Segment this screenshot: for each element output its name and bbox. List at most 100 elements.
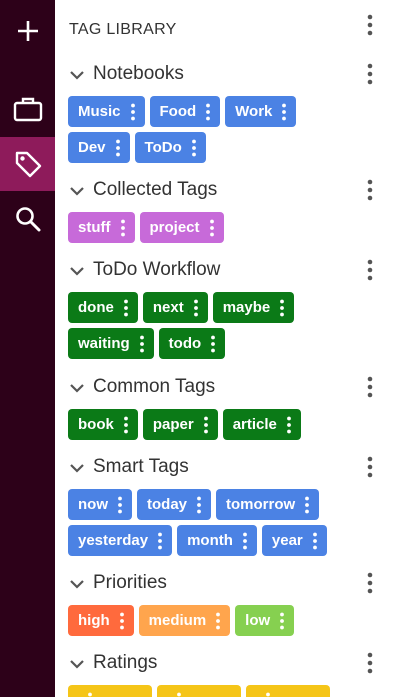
tag-menu-icon [209,219,214,236]
kebab-icon [367,14,373,36]
tag-menu-button[interactable] [309,525,321,556]
tag-label: done [78,299,114,316]
tag-chip-article[interactable]: article [222,409,301,440]
chevron-down-icon[interactable] [69,183,85,199]
tag-label: project [149,219,200,236]
chevron-down-icon[interactable] [69,263,85,279]
tag-group-menu-button[interactable] [358,569,382,597]
tag-chip-yesterday[interactable]: yesterday [68,525,173,556]
tag-chip-maybe[interactable]: maybe [212,292,295,323]
tag-group-menu-button[interactable] [358,60,382,88]
tag-group-menu-button[interactable] [358,256,382,284]
tag-chip-food[interactable]: Food [149,96,221,127]
tag-chip-year[interactable]: year [261,525,327,556]
chevron-down-icon[interactable] [69,460,85,476]
chevron-down-icon[interactable] [69,576,85,592]
chevron-down-icon[interactable] [69,380,85,396]
tag-menu-button[interactable] [239,525,251,556]
tag-chip-rating[interactable] [157,685,241,697]
tag-group-menu-button[interactable] [358,373,382,401]
tag-group-menu-button[interactable] [358,176,382,204]
tag-menu-button[interactable] [190,292,202,323]
tag-chip-music[interactable]: Music [68,96,145,127]
tag-chip-project[interactable]: project [139,212,224,243]
tag-chip-paper[interactable]: paper [142,409,218,440]
tag-group-menu-button[interactable] [358,649,382,677]
tag-list: done next maybe waiting todo [68,292,388,364]
tag-menu-button[interactable] [173,685,185,697]
tag-menu-button[interactable] [120,292,132,323]
tag-menu-button[interactable] [283,409,295,440]
tag-chip-todo[interactable]: todo [158,328,226,359]
tag-chip-now[interactable]: now [68,489,132,520]
tag-chip-work[interactable]: Work [225,96,297,127]
tag-menu-button[interactable] [276,292,288,323]
tag-chip-month[interactable]: month [177,525,257,556]
tag-chip-next[interactable]: next [142,292,208,323]
tag-menu-icon [191,139,196,156]
tag-chip-high[interactable]: high [68,605,134,636]
tag-menu-icon [216,612,221,629]
tag-chip-done[interactable]: done [68,292,138,323]
tag-menu-icon [206,103,211,120]
tag-menu-button[interactable] [136,328,148,359]
tag-group-menu-button[interactable] [358,453,382,481]
tag-chip-today[interactable]: today [137,489,212,520]
tag-menu-button[interactable] [116,605,128,636]
add-button[interactable] [0,4,55,58]
tag-menu-icon [115,139,120,156]
tag-menu-button[interactable] [154,525,166,556]
tag-menu-button[interactable] [84,685,96,697]
tag-chip-tomorrow[interactable]: tomorrow [216,489,320,520]
tag-row [68,685,388,697]
tag-menu-button[interactable] [114,489,126,520]
tag-label: todo [168,335,202,352]
tag-menu-button[interactable] [202,96,214,127]
tag-menu-button[interactable] [212,605,224,636]
panel-menu-button[interactable] [358,11,382,39]
kebab-icon [367,179,373,201]
tag-menu-button[interactable] [301,489,313,520]
tag-menu-icon [211,335,216,352]
tag-menu-button[interactable] [276,605,288,636]
tag-label: Dev [78,139,106,156]
search-button[interactable] [0,192,55,246]
tag-menu-button[interactable] [206,212,218,243]
tag-list: book paper article [68,409,388,445]
kebab-icon [367,652,373,674]
tag-chip-low[interactable]: low [235,605,295,636]
tag-menu-button[interactable] [127,96,139,127]
tag-group-notebooks: Notebooks Music Food Work Dev ToDo [55,60,401,163]
tag-row: Dev ToDo [68,132,388,163]
tag-chip-medium[interactable]: medium [138,605,231,636]
tag-menu-button[interactable] [193,489,205,520]
tag-label: Work [235,103,273,120]
tag-group-title: Collected Tags [93,179,218,200]
tag-label: year [271,532,303,549]
tag-chip-book[interactable]: book [68,409,138,440]
tag-list: Music Food Work Dev ToDo [68,96,388,168]
tag-menu-button[interactable] [278,96,290,127]
tag-label: yesterday [78,532,149,549]
tag-chip-todo[interactable]: ToDo [134,132,206,163]
tag-menu-icon [197,496,201,513]
tag-menu-button[interactable] [112,132,124,163]
briefcase-button[interactable] [0,82,55,136]
tag-menu-button[interactable] [117,212,129,243]
tag-group-header: ToDo Workflow [55,256,401,284]
tag-menu-button[interactable] [188,132,200,163]
tag-menu-button[interactable] [207,328,219,359]
tag-menu-button[interactable] [200,409,212,440]
tag-list: high medium low [68,605,388,641]
chevron-down-icon[interactable] [69,67,85,83]
tag-library-button[interactable] [0,137,55,191]
tag-chip-dev[interactable]: Dev [68,132,130,163]
tag-menu-button[interactable] [120,409,132,440]
chevron-down-icon[interactable] [69,656,85,672]
tag-label: waiting [78,335,130,352]
tag-chip-waiting[interactable]: waiting [68,328,154,359]
tag-chip-rating[interactable] [246,685,330,697]
tag-chip-rating[interactable] [68,685,152,697]
tag-chip-stuff[interactable]: stuff [68,212,135,243]
tag-menu-button[interactable] [262,685,274,697]
